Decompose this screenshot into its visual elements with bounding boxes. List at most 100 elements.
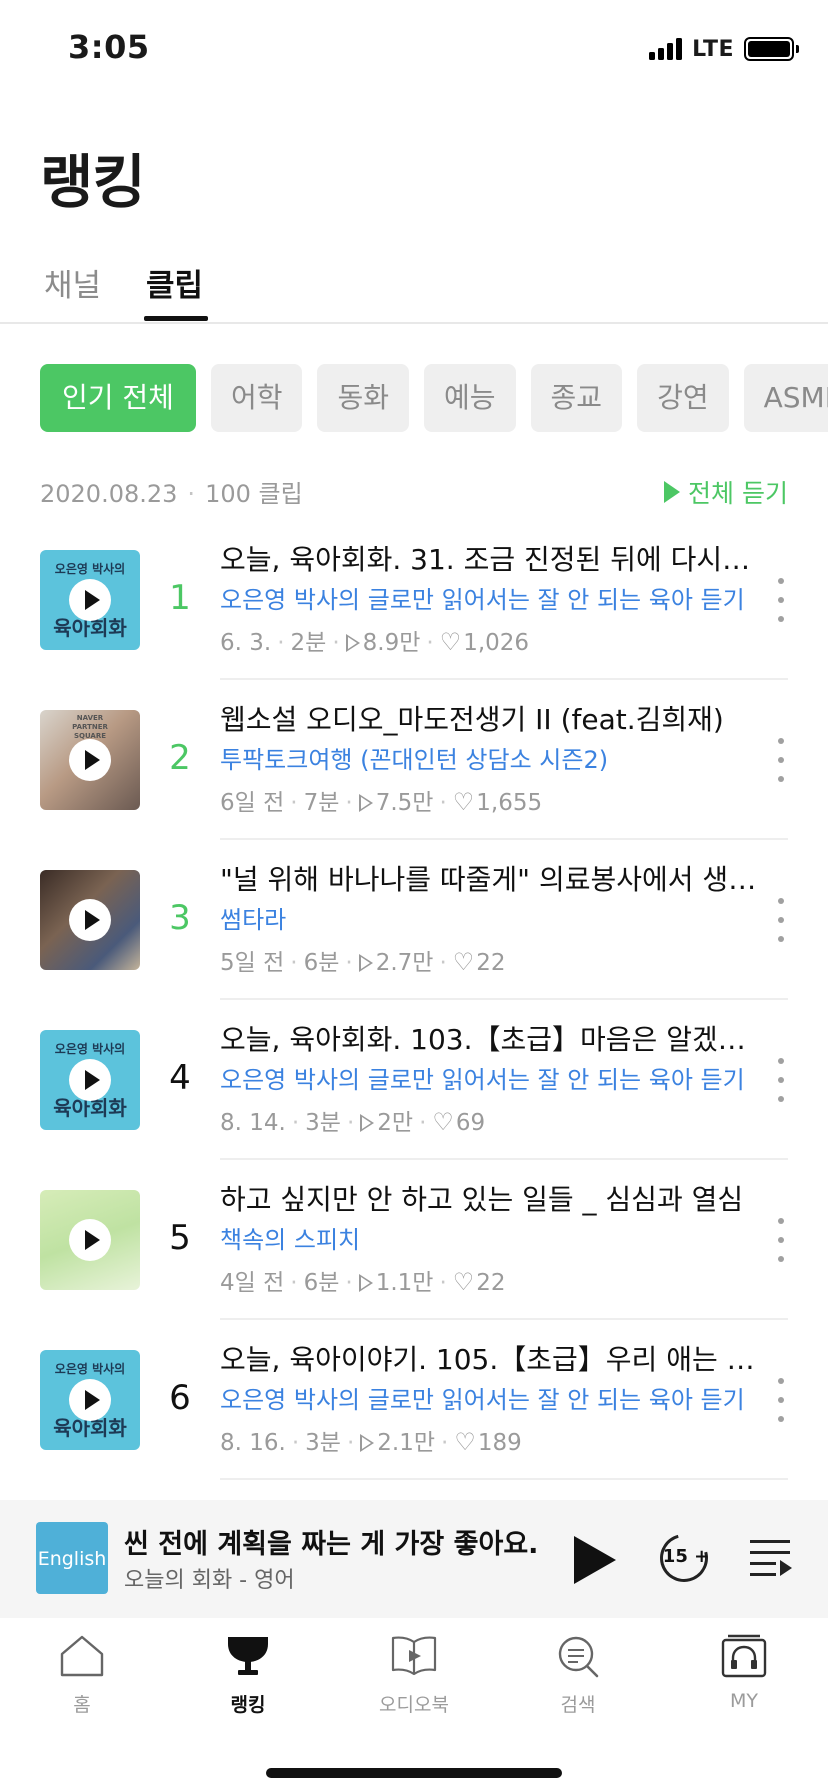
list-item[interactable]: 오은영 박사의 육아회화 6 오늘, 육아이야기. 105.【초급】우리 애는 … (0, 1320, 828, 1480)
clip-plays: 2.7만 (375, 950, 434, 976)
chip-lecture[interactable]: 강연 (637, 364, 729, 432)
separator-dot: · (291, 1430, 300, 1456)
clip-title[interactable]: 웹소설 오디오_마도전생기 II (feat.김희재) (220, 700, 758, 740)
nav-audiobook[interactable]: 오디오북 (354, 1634, 474, 1717)
list-item[interactable]: 오은영 박사의 육아회화 1 오늘, 육아회화. 31. 조금 진정된 뒤에 다… (0, 520, 828, 680)
clip-likes: 22 (476, 1270, 506, 1296)
separator-dot: · (345, 790, 353, 816)
rank-number: 1 (169, 578, 191, 618)
separator-dot: · (345, 950, 353, 976)
more-options-icon[interactable] (774, 738, 788, 782)
play-all-button[interactable]: 전체 듣기 (664, 474, 788, 510)
clip-thumbnail[interactable] (40, 870, 140, 970)
clip-date: 4일 전 (220, 1270, 285, 1296)
nav-home[interactable]: 홈 (22, 1634, 142, 1717)
clip-likes: 69 (455, 1110, 486, 1136)
clip-date: 6일 전 (220, 790, 285, 816)
clip-thumbnail[interactable]: NAVER PARTNER SQUARE (40, 710, 140, 810)
clip-channel[interactable]: 오은영 박사의 글로만 읽어서는 잘 안 되는 육아 듣기 (220, 580, 758, 620)
play-count-icon (358, 794, 373, 812)
chip-asmr[interactable]: ASMR (743, 364, 828, 432)
list-item[interactable]: 3 "널 위해 바나나를 따줄게" 의료봉사에서 생긴 일 썸타라 5일 전 · 6… (0, 840, 828, 1000)
clip-likes: 189 (477, 1430, 522, 1456)
play-icon[interactable] (69, 899, 111, 941)
separator-dot: · (346, 1430, 355, 1456)
clip-likes: 1,026 (463, 630, 530, 656)
search-icon (554, 1634, 602, 1678)
tab-channel[interactable]: 채널 (44, 260, 101, 305)
mini-player-subtitle: 오늘의 회화 - 영어 (124, 1568, 295, 1593)
more-options-icon[interactable] (774, 1218, 788, 1262)
clip-thumbnail[interactable]: 오은영 박사의 육아회화 (40, 1030, 140, 1130)
play-icon[interactable] (69, 1059, 111, 1101)
play-count-icon (358, 1274, 373, 1292)
ranking-tabs: 채널 클립 (0, 252, 828, 324)
mini-player-thumbnail: English (36, 1522, 108, 1594)
trophy-icon (224, 1634, 272, 1678)
nav-search-label: 검색 (560, 1694, 596, 1716)
tab-clip[interactable]: 클립 (146, 260, 203, 305)
clip-duration: 7분 (303, 790, 340, 816)
clip-channel[interactable]: 책속의 스피치 (220, 1220, 758, 1260)
list-item[interactable]: 5 하고 싶지만 안 하고 있는 일들 _ 심심과 열심 책속의 스피치 4일 … (0, 1160, 828, 1320)
thumbnail-caption: PARTNER (72, 723, 108, 731)
clip-info: 오늘, 육아이야기. 105.【초급】우리 애는 왜 그럴까 오은영 박사의 글… (220, 1340, 758, 1462)
bottom-tab-bar: 홈 랭킹 오디오북 검색 MY (0, 1618, 828, 1792)
list-item[interactable]: NAVER PARTNER SQUARE 2 웹소설 오디오_마도전생기 II … (0, 680, 828, 840)
nav-audiobook-label: 오디오북 (379, 1694, 449, 1716)
battery-icon (744, 37, 799, 61)
nav-ranking[interactable]: 랭킹 (188, 1634, 308, 1717)
clip-title[interactable]: 오늘, 육아이야기. 105.【초급】우리 애는 왜 그럴까 (220, 1340, 758, 1380)
active-tab-indicator (144, 316, 208, 321)
more-options-icon[interactable] (774, 898, 788, 942)
rank-number: 3 (169, 898, 191, 938)
nav-home-label: 홈 (73, 1694, 91, 1716)
thumbnail-caption: NAVER (76, 714, 104, 722)
clip-info: 웹소설 오디오_마도전생기 II (feat.김희재) 투팍토크여행 (꼰대인턴… (220, 700, 758, 822)
chip-language[interactable]: 어학 (210, 364, 303, 432)
divider (220, 1478, 788, 1480)
clip-channel[interactable]: 썸타라 (220, 900, 758, 940)
separator-dot: · (346, 1110, 355, 1136)
mini-player[interactable]: English 씬 전에 계획을 짜는 게 가장 좋아요. - S 오늘의 회화… (0, 1500, 828, 1618)
clip-date: 8. 14. (220, 1110, 286, 1136)
play-count-icon (345, 634, 360, 652)
play-icon[interactable] (69, 1219, 111, 1261)
play-icon[interactable] (69, 579, 111, 621)
chip-fairytale[interactable]: 동화 (317, 364, 410, 432)
chip-entertainment[interactable]: 예능 (424, 364, 516, 432)
playlist-icon[interactable] (750, 1538, 794, 1578)
chip-religion[interactable]: 종교 (530, 364, 623, 432)
chip-popular-all[interactable]: 인기 전체 (40, 364, 196, 432)
clip-info: 오늘, 육아회화. 103.【초급】마음은 알겠는데 행동은 안 돼 오은영 박… (220, 1020, 758, 1142)
clip-thumbnail[interactable]: 오은영 박사의 육아회화 (40, 550, 140, 650)
clip-title[interactable]: 오늘, 육아회화. 31. 조금 진정된 뒤에 다시 얘기하자 (220, 540, 758, 580)
heart-icon: ♡ (454, 1428, 476, 1456)
clip-duration: 6분 (303, 1270, 340, 1296)
nav-my[interactable]: MY (684, 1634, 804, 1712)
play-icon[interactable] (69, 1379, 111, 1421)
clip-likes: 22 (476, 950, 506, 976)
play-count-icon (358, 954, 373, 972)
clip-title[interactable]: "널 위해 바나나를 따줄게" 의료봉사에서 생긴 일 (220, 860, 758, 900)
clip-plays: 2만 (377, 1110, 414, 1136)
clip-title[interactable]: 오늘, 육아회화. 103.【초급】마음은 알겠는데 행동은 안 돼 (220, 1020, 758, 1060)
clip-title[interactable]: 하고 싶지만 안 하고 있는 일들 _ 심심과 열심 (220, 1180, 758, 1220)
clip-thumbnail[interactable]: 오은영 박사의 육아회화 (40, 1350, 140, 1450)
play-icon[interactable] (574, 1536, 616, 1584)
separator-dot: · (187, 480, 196, 508)
audiobook-icon (390, 1634, 438, 1678)
clip-thumbnail[interactable] (40, 1190, 140, 1290)
nav-search[interactable]: 검색 (518, 1634, 638, 1717)
more-options-icon[interactable] (774, 1378, 788, 1422)
clip-channel[interactable]: 투팍토크여행 (꼰대인턴 상담소 시즌2) (220, 740, 758, 780)
more-options-icon[interactable] (774, 1058, 788, 1102)
list-item[interactable]: 오은영 박사의 육아회화 4 오늘, 육아회화. 103.【초급】마음은 알겠는… (0, 1000, 828, 1160)
clip-channel[interactable]: 오은영 박사의 글로만 읽어서는 잘 안 되는 육아 듣기 (220, 1380, 758, 1420)
more-options-icon[interactable] (774, 578, 788, 622)
skip-forward-label[interactable]: 15 + (660, 1546, 712, 1567)
mini-player-title: 씬 전에 계획을 짜는 게 가장 좋아요. - S (124, 1529, 548, 1560)
rank-number: 5 (169, 1218, 191, 1258)
play-icon[interactable] (69, 739, 111, 781)
clip-channel[interactable]: 오은영 박사의 글로만 읽어서는 잘 안 되는 육아 듣기 (220, 1060, 758, 1100)
